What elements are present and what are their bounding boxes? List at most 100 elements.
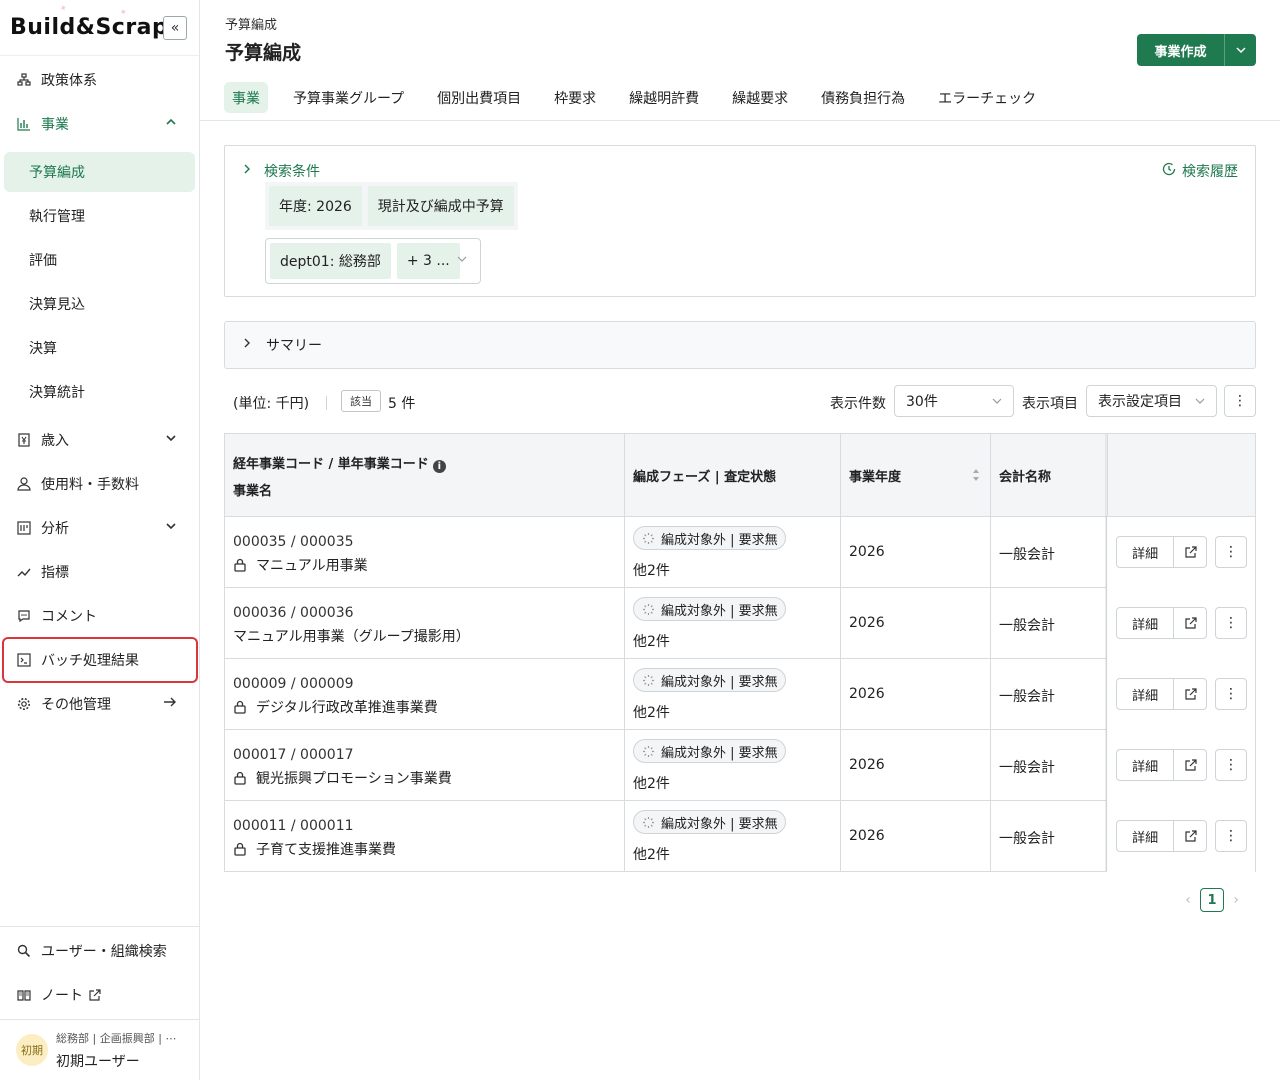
create-business-button[interactable]: 事業作成 [1137, 34, 1256, 66]
search-history-button[interactable]: 検索履歴 [1162, 161, 1238, 181]
detail-button[interactable]: 詳細 [1117, 750, 1175, 780]
sidebar-subitem-execution[interactable]: 執行管理 [4, 196, 195, 236]
chevron-right-icon [242, 163, 252, 179]
tab-individual-expense[interactable]: 個別出費項目 [429, 82, 529, 113]
business-year: 2026 [849, 544, 885, 560]
tab-carryover-expense[interactable]: 繰越明許費 [621, 82, 707, 113]
sidebar-subitem-forecast[interactable]: 決算見込 [4, 284, 195, 324]
cell-phase: 編成対象外 | 要求無他2件 [625, 659, 841, 730]
phase-others[interactable]: 他2件 [633, 631, 670, 651]
phase-badge: 編成対象外 | 要求無 [633, 739, 786, 763]
sidebar-subitem-settlement[interactable]: 決算 [4, 328, 195, 368]
display-count-select[interactable]: 30件 [894, 385, 1014, 417]
open-new-tab-icon[interactable] [1174, 750, 1206, 780]
tab-debt-burden[interactable]: 債務負担行為 [813, 82, 913, 113]
pagination-page-current[interactable]: 1 [1200, 888, 1224, 912]
chevron-down-icon [165, 520, 177, 536]
sidebar-item-analysis[interactable]: 分析 [0, 506, 199, 550]
arrow-right-icon [163, 696, 177, 712]
phase-badge: 編成対象外 | 要求無 [633, 810, 786, 834]
row-more-button[interactable]: ⋮ [1215, 749, 1247, 781]
filter-chip-budget[interactable]: 現計及び編成中予算 [367, 186, 514, 226]
row-action-group: 詳細 [1116, 607, 1207, 639]
detail-button[interactable]: 詳細 [1117, 679, 1175, 709]
phase-badge: 編成対象外 | 要求無 [633, 597, 786, 621]
collapse-sidebar-button[interactable]: « [163, 16, 187, 40]
sidebar-subitem-evaluation[interactable]: 評価 [4, 240, 195, 280]
phase-others[interactable]: 他2件 [633, 844, 670, 864]
tab-business[interactable]: 事業 [224, 82, 268, 113]
sidebar-item-business[interactable]: 事業 [0, 102, 199, 146]
sidebar-item-fees[interactable]: 使用料・手数料 [0, 462, 199, 506]
chevron-down-icon[interactable] [1225, 44, 1256, 56]
trend-icon [16, 564, 32, 580]
business-code: 000017 / 000017 [233, 747, 354, 763]
pagination-next-icon[interactable]: › [1224, 888, 1248, 912]
business-name[interactable]: 子育て支援推進事業費 [256, 839, 396, 859]
phase-others[interactable]: 他2件 [633, 773, 670, 793]
row-more-button[interactable]: ⋮ [1215, 607, 1247, 639]
row-more-button[interactable]: ⋮ [1215, 536, 1247, 568]
tab-carryover-request[interactable]: 繰越要求 [724, 82, 796, 113]
pagination-prev-icon[interactable]: ‹ [1176, 888, 1200, 912]
tab-bar: 事業 予算事業グループ 個別出費項目 枠要求 繰越明許費 繰越要求 債務負担行為… [224, 82, 1061, 113]
sidebar-item-user-search[interactable]: ユーザー・組織検索 [0, 929, 199, 973]
tab-error-check[interactable]: エラーチェック [930, 82, 1044, 113]
business-name[interactable]: デジタル行政改革推進事業費 [256, 697, 438, 717]
search-panel: 検索条件 検索履歴 年度: 2026 現計及び編成中予算 dept01: 総務部… [224, 145, 1256, 297]
detail-button[interactable]: 詳細 [1117, 537, 1175, 567]
fee-icon [16, 476, 32, 492]
sidebar-item-other-admin[interactable]: その他管理 [0, 682, 199, 726]
phase-text: 編成対象外 | 要求無 [661, 603, 778, 619]
chevron-up-icon [165, 116, 177, 132]
open-new-tab-icon[interactable] [1174, 679, 1206, 709]
column-header-year[interactable]: 事業年度 [841, 434, 991, 517]
department-select[interactable]: dept01: 総務部 + 3 ... [265, 238, 481, 284]
filter-chip-group: 年度: 2026 現計及び編成中予算 [265, 182, 518, 230]
sidebar-subitem-statistics[interactable]: 決算統計 [4, 372, 195, 412]
account-name: 一般会計 [999, 689, 1055, 705]
sidebar-divider [0, 926, 199, 927]
sidebar-item-batch-results[interactable]: バッチ処理結果 [2, 637, 198, 683]
toolbar-more-button[interactable]: ⋮ [1224, 385, 1256, 417]
sidebar-item-notes[interactable]: ノート [0, 973, 199, 1017]
sidebar-item-indicators[interactable]: 指標 [0, 550, 199, 594]
sidebar-item-label: バッチ処理結果 [41, 653, 139, 669]
summary-panel-toggle[interactable]: サマリー [224, 321, 1256, 369]
cell-account: 一般会計 [991, 659, 1107, 730]
sort-icon[interactable] [972, 468, 980, 486]
user-profile[interactable]: 初期 総務部 | 企画振興部 | ⋯ 初期ユーザー [0, 1020, 199, 1080]
business-name[interactable]: 観光振興プロモーション事業費 [256, 768, 452, 788]
sidebar-subitem-budget[interactable]: 予算編成 [4, 152, 195, 192]
sidebar-item-comments[interactable]: コメント [0, 594, 199, 638]
display-columns-select[interactable]: 表示設定項目 [1086, 385, 1217, 417]
row-more-button[interactable]: ⋮ [1215, 820, 1247, 852]
business-name[interactable]: マニュアル用事業 [256, 555, 368, 575]
loading-icon [642, 816, 655, 829]
sidebar-item-policy[interactable]: 政策体系 [0, 58, 199, 102]
filter-chip-year[interactable]: 年度: 2026 [269, 186, 362, 226]
detail-button[interactable]: 詳細 [1117, 821, 1175, 851]
sidebar-item-label: ユーザー・組織検索 [41, 944, 167, 960]
cell-account: 一般会計 [991, 801, 1107, 872]
phase-badge: 編成対象外 | 要求無 [633, 668, 786, 692]
business-name[interactable]: マニュアル用事業（グループ撮影用） [233, 626, 470, 646]
sidebar-item-label: 事業 [41, 117, 69, 133]
cell-year: 2026 [841, 588, 991, 659]
search-conditions-toggle[interactable]: 検索条件 [242, 161, 320, 181]
open-new-tab-icon[interactable] [1174, 821, 1206, 851]
more-vertical-icon: ⋮ [1224, 686, 1238, 702]
open-new-tab-icon[interactable] [1174, 537, 1206, 567]
count-badge: 該当 [341, 390, 381, 412]
info-icon[interactable]: i [432, 459, 446, 473]
tab-frame-request[interactable]: 枠要求 [546, 82, 604, 113]
search-conditions-label: 検索条件 [264, 164, 320, 180]
tab-budget-group[interactable]: 予算事業グループ [285, 82, 412, 113]
row-more-button[interactable]: ⋮ [1215, 678, 1247, 710]
detail-button[interactable]: 詳細 [1117, 608, 1175, 638]
phase-others[interactable]: 他2件 [633, 560, 670, 580]
sidebar-item-revenue[interactable]: 歳入 [0, 418, 199, 462]
phase-text: 編成対象外 | 要求無 [661, 745, 778, 761]
open-new-tab-icon[interactable] [1174, 608, 1206, 638]
phase-others[interactable]: 他2件 [633, 702, 670, 722]
